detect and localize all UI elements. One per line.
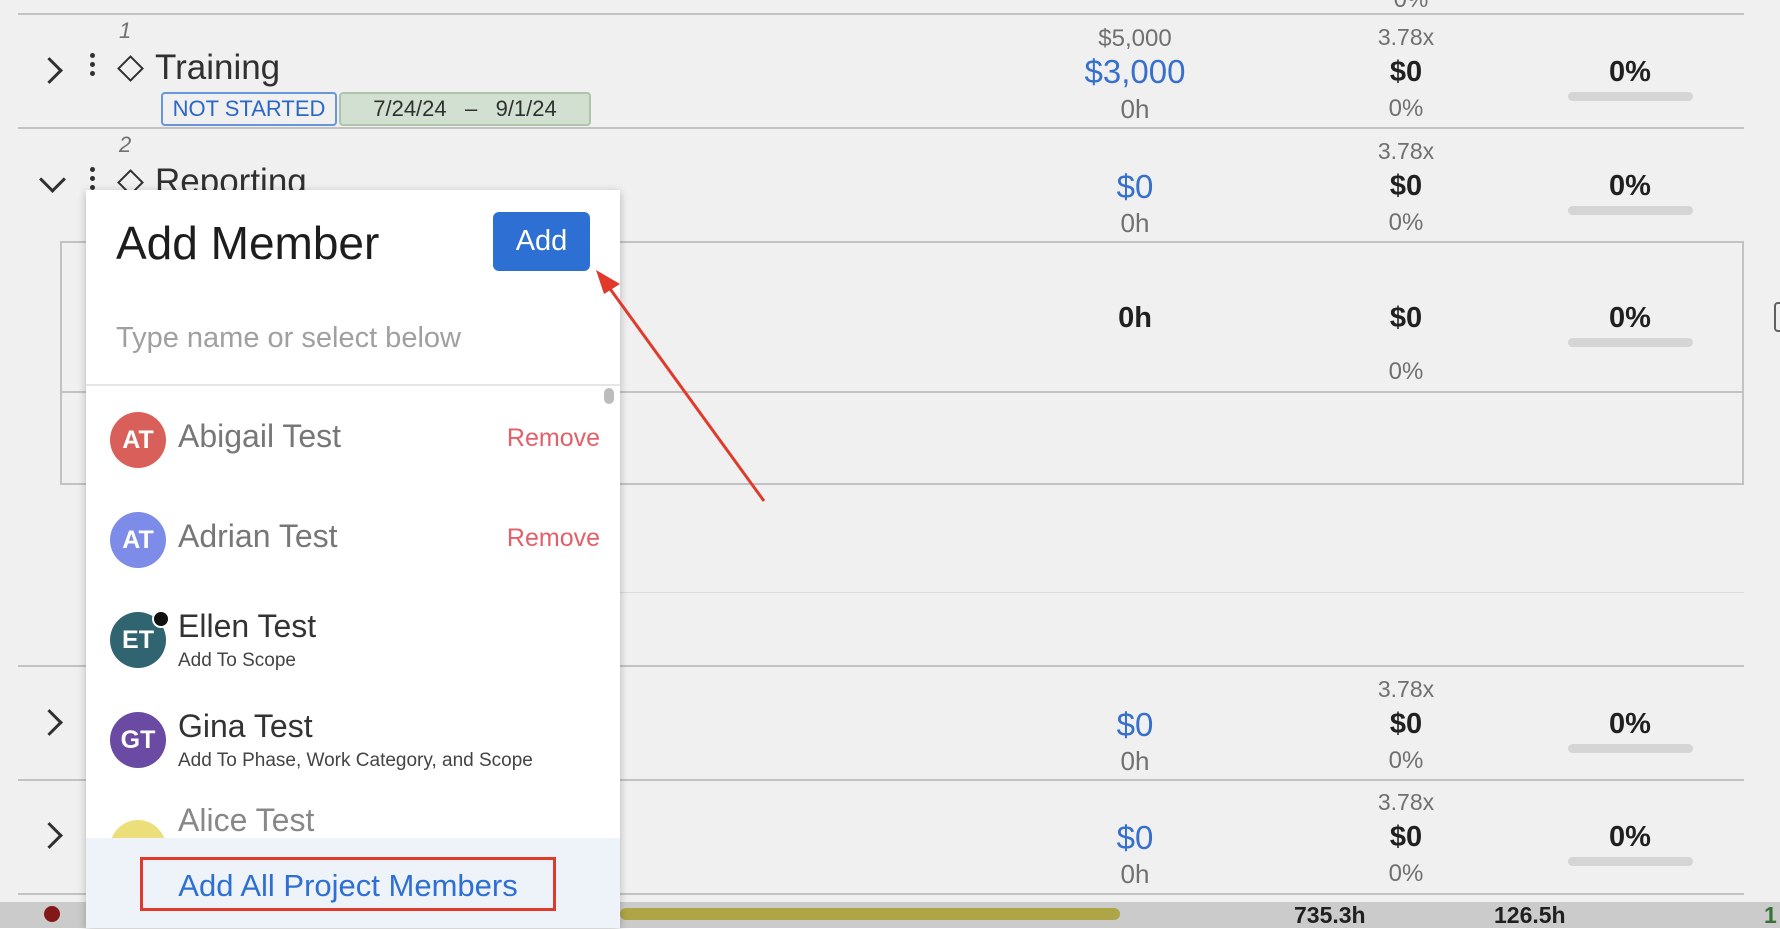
annotation-arrow-icon (596, 270, 766, 502)
